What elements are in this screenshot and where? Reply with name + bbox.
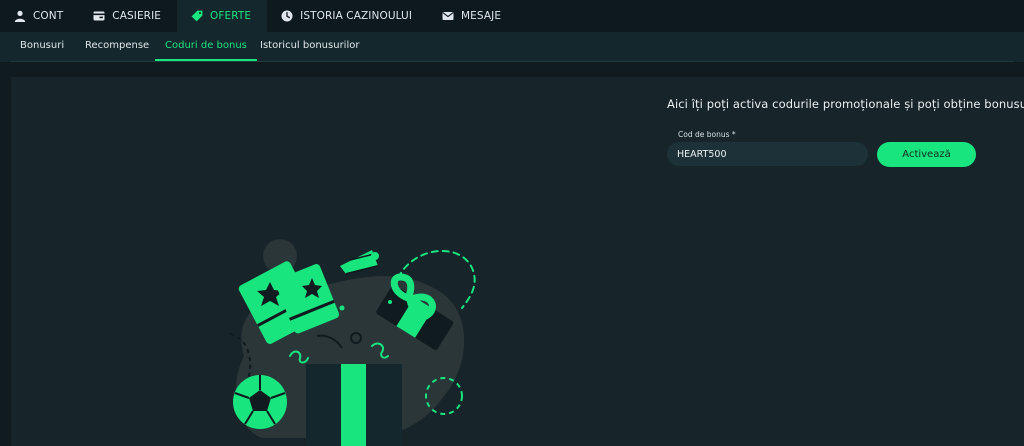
subtab-bonusuri[interactable]: Bonusuri [20, 32, 64, 62]
envelope-icon [442, 12, 454, 20]
top-nav: CONT CASIERIE OFERTE ISTORIA CAZINOULUI … [0, 0, 1024, 32]
tab-oferte[interactable]: OFERTE [177, 0, 268, 32]
tag-icon [191, 10, 203, 22]
sub-nav: Bonusuri Recompense Coduri de bonus Isto… [0, 32, 1024, 62]
subtab-recompense[interactable]: Recompense [85, 32, 149, 62]
tab-cont[interactable]: CONT [0, 0, 79, 32]
tab-istoria-cazinoului[interactable]: ISTORIA CAZINOULUI [267, 0, 428, 32]
tab-label: CONT [33, 10, 64, 22]
user-icon [14, 10, 26, 22]
tab-label: MESAJE [461, 10, 502, 22]
tab-mesaje[interactable]: MESAJE [428, 0, 517, 32]
subnav-divider [11, 61, 1013, 62]
gift-box-illustration [229, 239, 476, 446]
bonus-code-input[interactable] [667, 142, 868, 166]
promo-heading: Aici îți poți activa codurile promoționa… [667, 97, 1024, 111]
content-panel [11, 77, 1024, 446]
wallet-icon [93, 11, 105, 21]
subtab-istoricul-bonusurilor[interactable]: Istoricul bonusurilor [260, 32, 359, 62]
tab-label: ISTORIA CAZINOULUI [300, 10, 413, 22]
activate-button[interactable]: Activează [877, 142, 976, 167]
subtab-coduri-de-bonus[interactable]: Coduri de bonus [155, 32, 257, 62]
bonus-code-label: Cod de bonus * [678, 130, 736, 139]
tab-label: OFERTE [210, 10, 252, 22]
tab-label: CASIERIE [112, 10, 162, 22]
tab-casierie[interactable]: CASIERIE [79, 0, 177, 32]
clock-icon [281, 10, 293, 22]
